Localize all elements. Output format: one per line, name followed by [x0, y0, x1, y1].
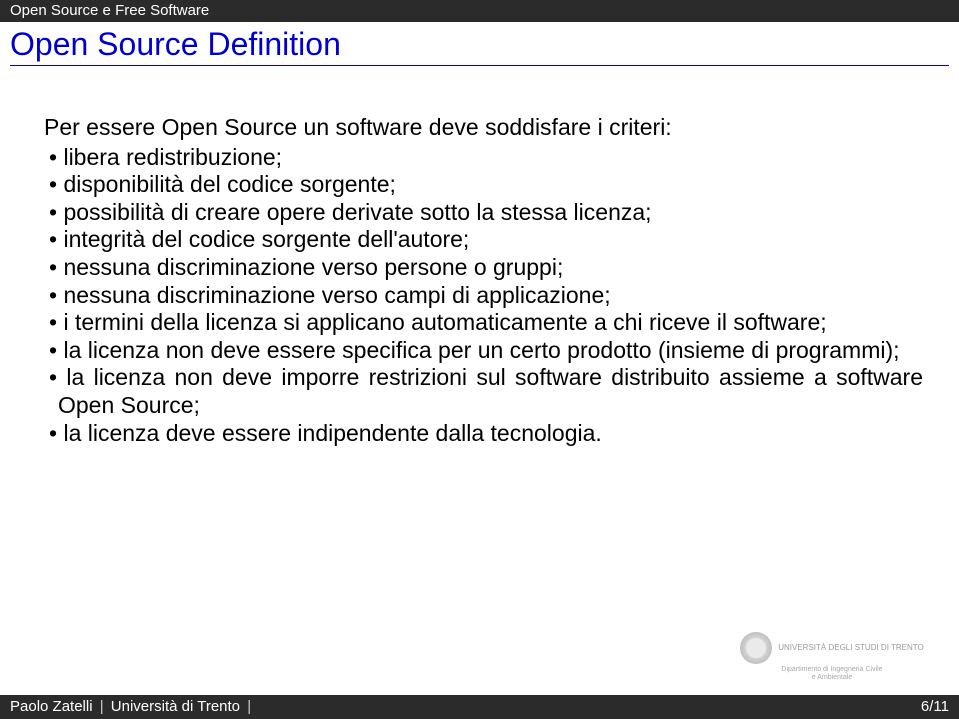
list-item: nessuna discriminazione verso campi di a…: [44, 282, 923, 310]
header-bar: Open Source e Free Software: [0, 0, 959, 22]
logo-university-name: UNIVERSITÀ DEGLI STUDI DI TRENTO: [778, 644, 924, 652]
slide-title: Open Source Definition: [0, 22, 959, 65]
list-item: la licenza non deve imporre restrizioni …: [44, 364, 923, 419]
list-item: la licenza non deve essere specifica per…: [44, 337, 923, 365]
header-text: Open Source e Free Software: [10, 2, 209, 19]
footer-separator: |: [100, 698, 104, 715]
list-item: la licenza deve essere indipendente dall…: [44, 420, 923, 448]
footer-page: 6/11: [921, 698, 949, 715]
footer-separator: |: [247, 698, 251, 715]
university-logo: UNIVERSITÀ DEGLI STUDI DI TRENTO Diparti…: [727, 623, 937, 691]
logo-department: Dipartimento di Ingegneria Civile e Ambi…: [781, 666, 882, 681]
footer-author: Paolo Zatelli: [10, 698, 93, 715]
footer-left: Paolo Zatelli | Università di Trento |: [10, 698, 254, 715]
list-item: i termini della licenza si applicano aut…: [44, 309, 923, 337]
intro-text: Per essere Open Source un software deve …: [44, 114, 923, 142]
list-item: disponibilità del codice sorgente;: [44, 171, 923, 199]
list-item: libera redistribuzione;: [44, 144, 923, 172]
logo-emblem-icon: [740, 632, 772, 664]
logo-top-row: UNIVERSITÀ DEGLI STUDI DI TRENTO: [740, 632, 924, 664]
footer-bar: Paolo Zatelli | Università di Trento | 6…: [0, 695, 959, 719]
list-item: possibilità di creare opere derivate sot…: [44, 199, 923, 227]
content-area: Per essere Open Source un software deve …: [0, 66, 959, 447]
list-item: nessuna discriminazione verso persone o …: [44, 254, 923, 282]
footer-affiliation: Università di Trento: [111, 698, 240, 715]
bullet-list: libera redistribuzione; disponibilità de…: [44, 144, 923, 448]
list-item: integrità del codice sorgente dell'autor…: [44, 226, 923, 254]
